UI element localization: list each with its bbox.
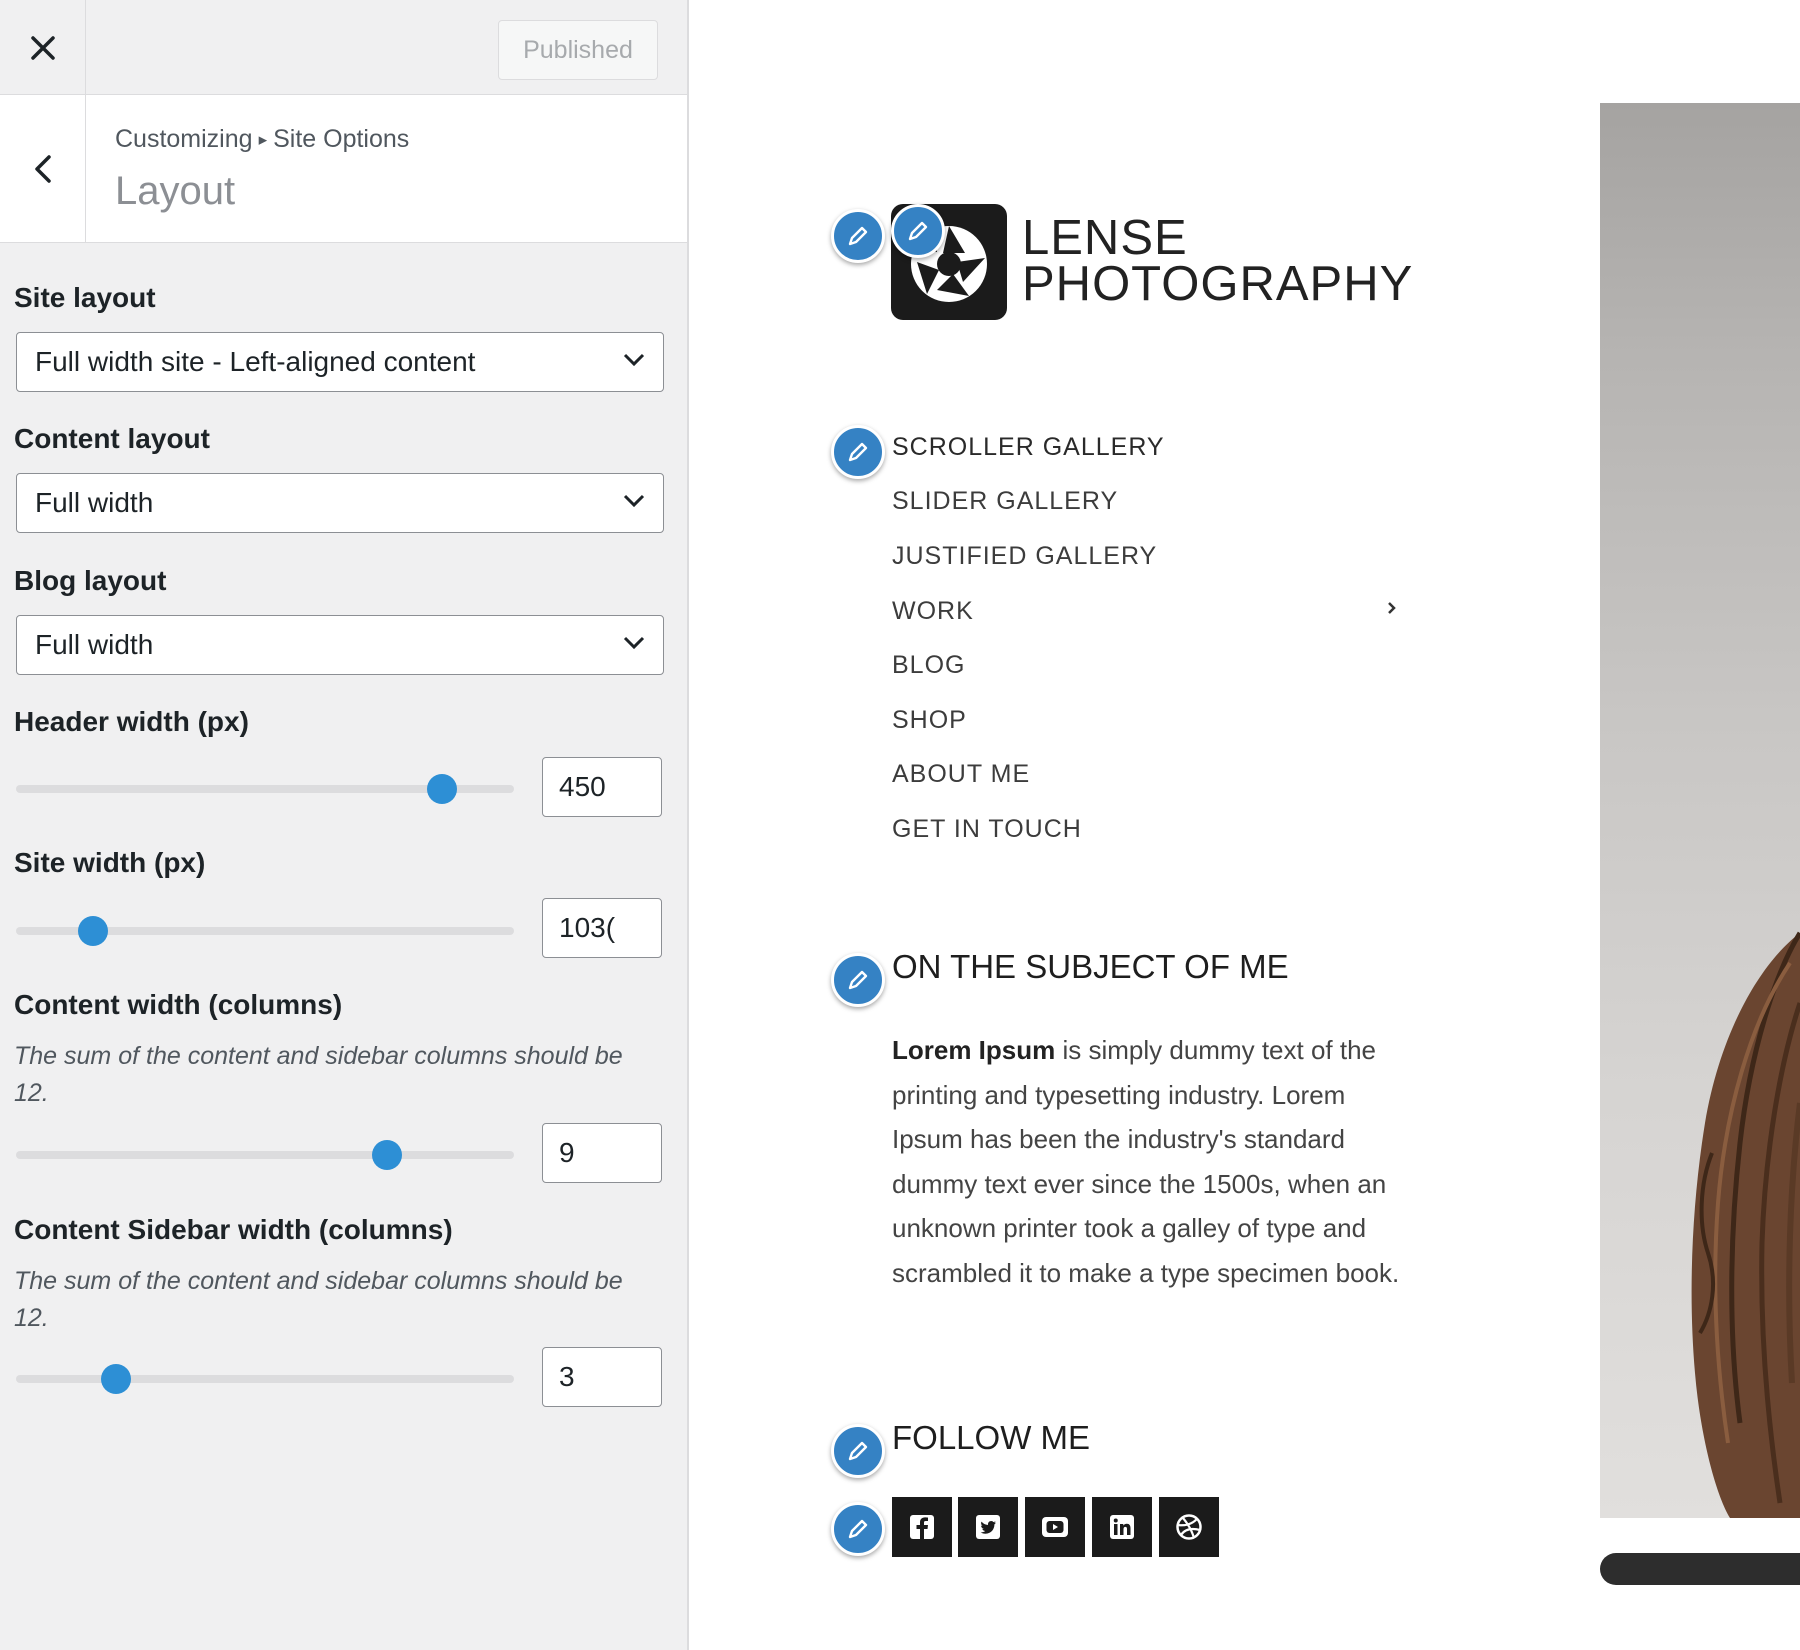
social-youtube-link[interactable] [1025,1497,1085,1557]
nav-item-about-me[interactable]: ABOUT ME [892,760,1030,789]
site-layout-value: Full width site - Left-aligned content [35,346,476,377]
dribbble-icon [1176,1514,1202,1540]
site-width-slider-thumb[interactable] [78,916,109,946]
about-widget-text: Lorem Ipsum is simply dummy text of the … [892,1028,1412,1295]
blog-layout-value: Full width [35,629,154,660]
sidebar-width-input[interactable]: 3 [542,1347,662,1407]
slider-progress-bar [1600,1553,1800,1585]
back-button[interactable] [0,95,86,243]
social-linkedin-link[interactable] [1092,1497,1152,1557]
chevron-down-icon [623,494,645,508]
pencil-icon [848,226,868,246]
edit-shortcut-menu[interactable] [831,425,885,479]
youtube-icon [1042,1517,1068,1537]
content-width-input[interactable]: 9 [542,1123,662,1183]
chevron-down-icon [623,636,645,650]
edit-shortcut-site-title[interactable] [831,209,885,263]
content-width-slider-thumb[interactable] [372,1140,402,1170]
content-layout-label: Content layout [14,423,210,454]
nav-item-get-in-touch[interactable]: GET IN TOUCH [892,815,1082,844]
edit-shortcut-logo[interactable] [891,204,945,258]
edit-shortcut-social-menu[interactable] [831,1502,885,1556]
header-width-slider-thumb[interactable] [426,774,457,804]
sidebar-width-slider-thumb[interactable] [100,1364,131,1394]
site-width-label: Site width (px) [14,847,206,878]
close-customizer-button[interactable] [0,0,86,95]
content-width-slider[interactable] [16,1140,514,1170]
nav-item-justified-gallery[interactable]: JUSTIFIED GALLERY [892,542,1157,571]
sidebar-width-label: Content Sidebar width (columns) [14,1214,453,1245]
content-width-label: Content width (columns) [14,989,343,1020]
pencil-icon [848,442,868,462]
nav-item-blog[interactable]: BLOG [892,651,965,680]
pencil-icon [848,1441,868,1461]
social-twitter-link[interactable] [958,1497,1018,1557]
chevron-down-icon [623,353,645,367]
customizer-header: Published [0,0,687,95]
pencil-icon [908,221,928,241]
close-icon [30,35,55,60]
breadcrumb: Customizing ▸ Site Options [115,125,409,154]
section-title: Layout [115,169,236,213]
content-width-description: The sum of the content and sidebar colum… [14,1042,623,1107]
edit-shortcut-follow-widget[interactable] [831,1424,885,1478]
site-layout-select[interactable]: Full width site - Left-aligned content [16,332,664,392]
pencil-icon [848,970,868,990]
site-width-slider[interactable] [16,916,514,946]
content-layout-value: Full width [35,487,154,518]
follow-widget-title: FOLLOW ME [892,1419,1091,1456]
social-dribbble-link[interactable] [1159,1497,1219,1557]
breadcrumb-root: Customizing [115,125,253,153]
sidebar-width-slider[interactable] [16,1364,514,1394]
breadcrumb-separator: ▸ [258,130,268,149]
publish-button[interactable]: Published [498,20,658,80]
header-width-label: Header width (px) [14,706,249,737]
about-widget-title: ON THE SUBJECT OF ME [892,948,1289,985]
section-header: Customizing ▸ Site Options Layout [0,95,687,243]
blog-layout-select[interactable]: Full width [16,615,664,675]
header-width-input[interactable]: 450 [542,757,662,817]
nav-item-slider-gallery[interactable]: SLIDER GALLERY [892,487,1118,516]
site-layout-label: Site layout [14,282,156,313]
facebook-icon [910,1515,934,1539]
sidebar-width-description: The sum of the content and sidebar colum… [14,1267,623,1332]
social-facebook-link[interactable] [892,1497,952,1557]
twitter-icon [976,1515,1000,1539]
content-layout-select[interactable]: Full width [16,473,664,533]
nav-item-scroller-gallery[interactable]: SCROLLER GALLERY [892,433,1165,462]
header-width-slider[interactable] [16,774,514,804]
nav-item-work[interactable]: WORK [892,597,974,626]
chevron-left-icon [34,155,51,183]
breadcrumb-parent: Site Options [273,125,410,153]
about-body: is simply dummy text of the printing and… [892,1035,1400,1288]
linkedin-icon [1110,1515,1134,1539]
about-bold-lead: Lorem Ipsum [892,1035,1056,1065]
nav-item-shop[interactable]: SHOP [892,706,967,735]
site-title-line2[interactable]: PHOTOGRAPHY [1022,256,1413,312]
edit-shortcut-about-widget[interactable] [831,953,885,1007]
blog-layout-label: Blog layout [14,565,167,596]
pencil-icon [848,1519,868,1539]
chevron-right-icon[interactable] [1386,600,1398,616]
hero-photo [1600,103,1800,1518]
site-width-input[interactable]: 103( [542,898,662,958]
customizer-sidebar: Published Customizing ▸ Site Options Layou… [0,0,689,1650]
hair-illustration [1691,931,1800,1518]
